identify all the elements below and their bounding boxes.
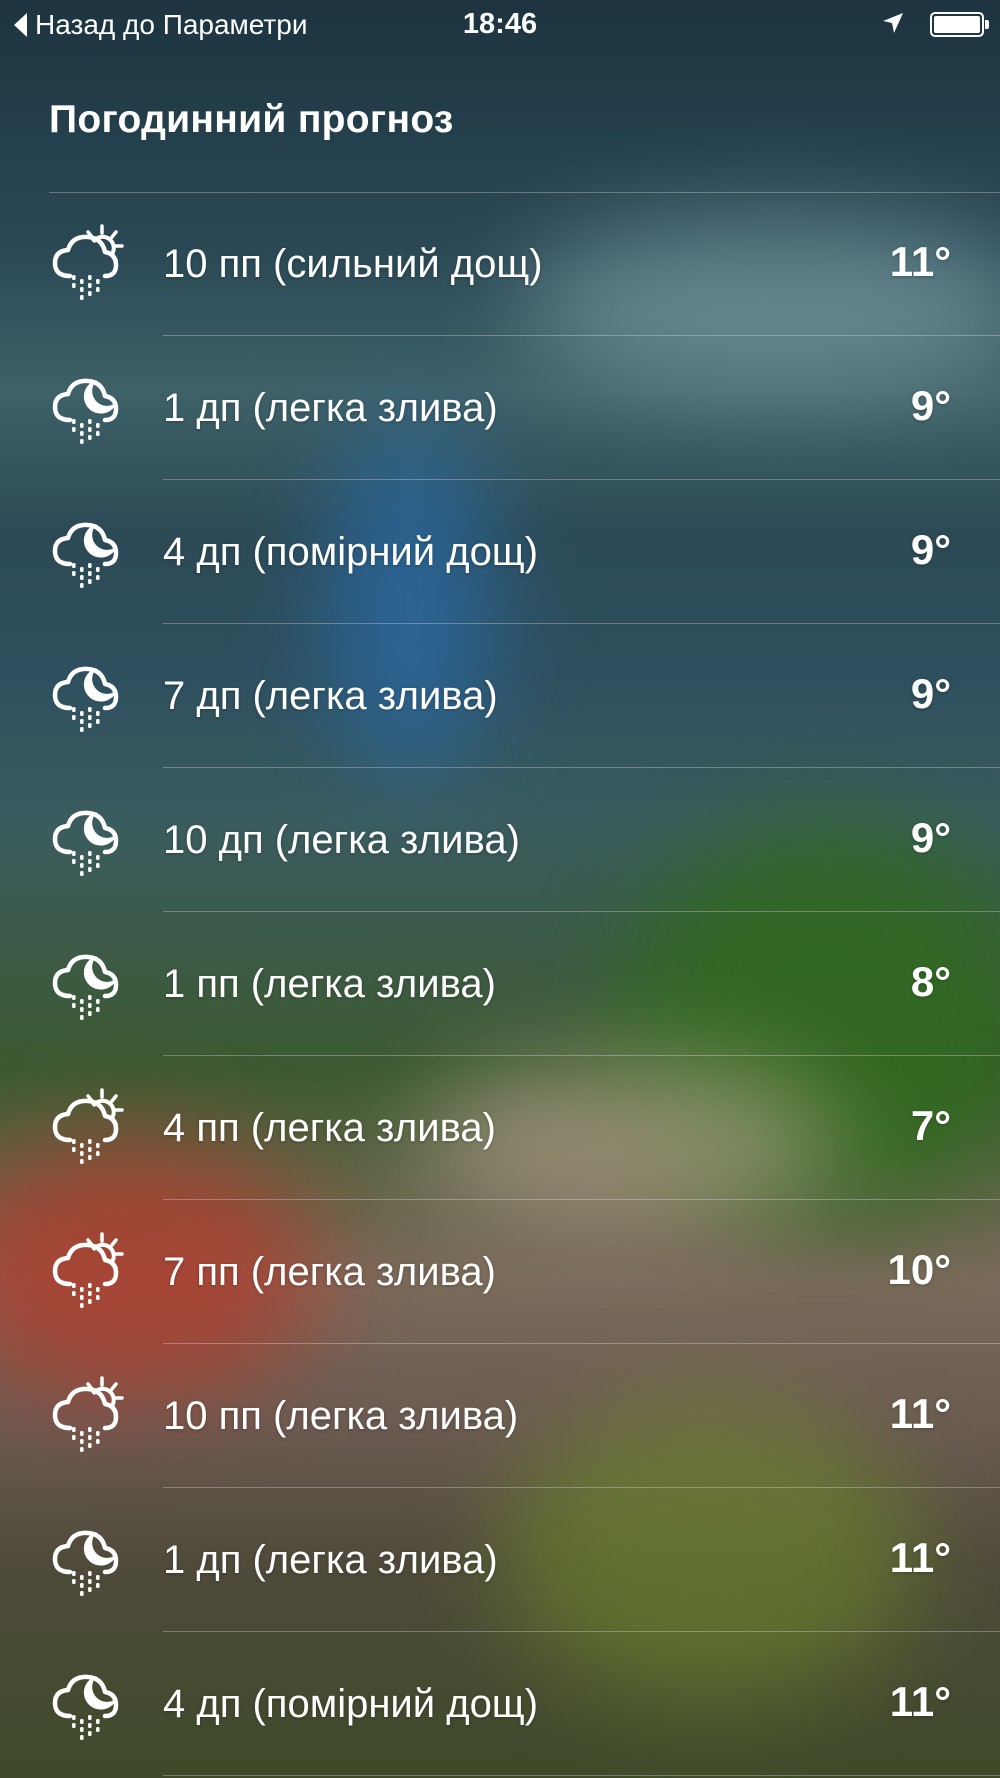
forecast-row: 10 пп (легка злива) 11° bbox=[0, 1344, 1000, 1488]
forecast-row: 4 пп (легка злива) 7° bbox=[0, 1056, 1000, 1200]
forecast-row: 4 дп (помірний дощ) 9° bbox=[0, 480, 1000, 624]
moon-cloud-rain-icon bbox=[50, 368, 130, 448]
forecast-row: 10 пп (сильний дощ) 11° bbox=[0, 192, 1000, 336]
moon-cloud-rain-icon bbox=[50, 1664, 130, 1744]
moon-cloud-rain-icon bbox=[50, 944, 130, 1024]
forecast-temperature: 11° bbox=[889, 1678, 951, 1725]
sun-cloud-rain-icon bbox=[50, 224, 130, 304]
hourly-forecast-list: 10 пп (сильний дощ) 11° 1 дп (легка злива)… bbox=[0, 192, 1000, 1776]
status-time: 18:46 bbox=[462, 8, 538, 40]
moon-cloud-rain-icon bbox=[50, 656, 130, 736]
sun-cloud-rain-icon bbox=[50, 1376, 130, 1456]
forecast-time-label: 4 дп (помірний дощ) bbox=[163, 1682, 539, 1726]
forecast-row: 1 дп (легка злива) 9° bbox=[0, 336, 1000, 480]
moon-cloud-rain-icon bbox=[50, 512, 130, 592]
forecast-temperature: 9° bbox=[910, 526, 951, 573]
forecast-row: 1 пп (легка злива) 8° bbox=[0, 912, 1000, 1056]
location-arrow-icon bbox=[883, 13, 903, 33]
forecast-time-label: 7 дп (легка злива) bbox=[163, 674, 498, 718]
sun-cloud-rain-icon bbox=[50, 1088, 130, 1168]
forecast-time-label: 10 дп (легка злива) bbox=[163, 818, 520, 862]
moon-cloud-rain-icon bbox=[50, 800, 130, 880]
forecast-time-label: 1 дп (легка злива) bbox=[163, 386, 498, 430]
forecast-temperature: 7° bbox=[910, 1102, 951, 1149]
forecast-temperature: 10° bbox=[887, 1246, 951, 1293]
forecast-row: 7 дп (легка злива) 9° bbox=[0, 624, 1000, 768]
forecast-time-label: 7 пп (легка злива) bbox=[163, 1250, 496, 1294]
moon-cloud-rain-icon bbox=[50, 1520, 130, 1600]
forecast-time-label: 1 дп (легка злива) bbox=[163, 1538, 498, 1582]
battery-icon bbox=[930, 12, 989, 37]
forecast-row: 7 пп (легка злива) 10° bbox=[0, 1200, 1000, 1344]
forecast-time-label: 10 пп (легка злива) bbox=[163, 1394, 519, 1438]
forecast-temperature: 11° bbox=[889, 1534, 951, 1581]
sun-cloud-rain-icon bbox=[50, 1232, 130, 1312]
forecast-temperature: 9° bbox=[910, 670, 951, 717]
forecast-time-label: 4 пп (легка злива) bbox=[163, 1106, 496, 1150]
forecast-temperature: 8° bbox=[910, 958, 951, 1005]
forecast-temperature: 11° bbox=[889, 238, 951, 285]
forecast-time-label: 1 пп (легка злива) bbox=[163, 962, 496, 1006]
forecast-time-label: 10 пп (сильний дощ) bbox=[163, 242, 543, 286]
forecast-temperature: 9° bbox=[910, 814, 951, 861]
forecast-time-label: 4 дп (помірний дощ) bbox=[163, 530, 539, 574]
forecast-temperature: 9° bbox=[910, 382, 951, 429]
forecast-row: 10 дп (легка злива) 9° bbox=[0, 768, 1000, 912]
status-bar: Назад до Параметри 18:46 bbox=[0, 0, 1000, 48]
divider bbox=[163, 1775, 1000, 1776]
page-title: Погодинний прогноз bbox=[49, 98, 454, 141]
forecast-row: 4 дп (помірний дощ) 11° bbox=[0, 1632, 1000, 1776]
forecast-temperature: 11° bbox=[889, 1390, 951, 1437]
forecast-row: 1 дп (легка злива) 11° bbox=[0, 1488, 1000, 1632]
